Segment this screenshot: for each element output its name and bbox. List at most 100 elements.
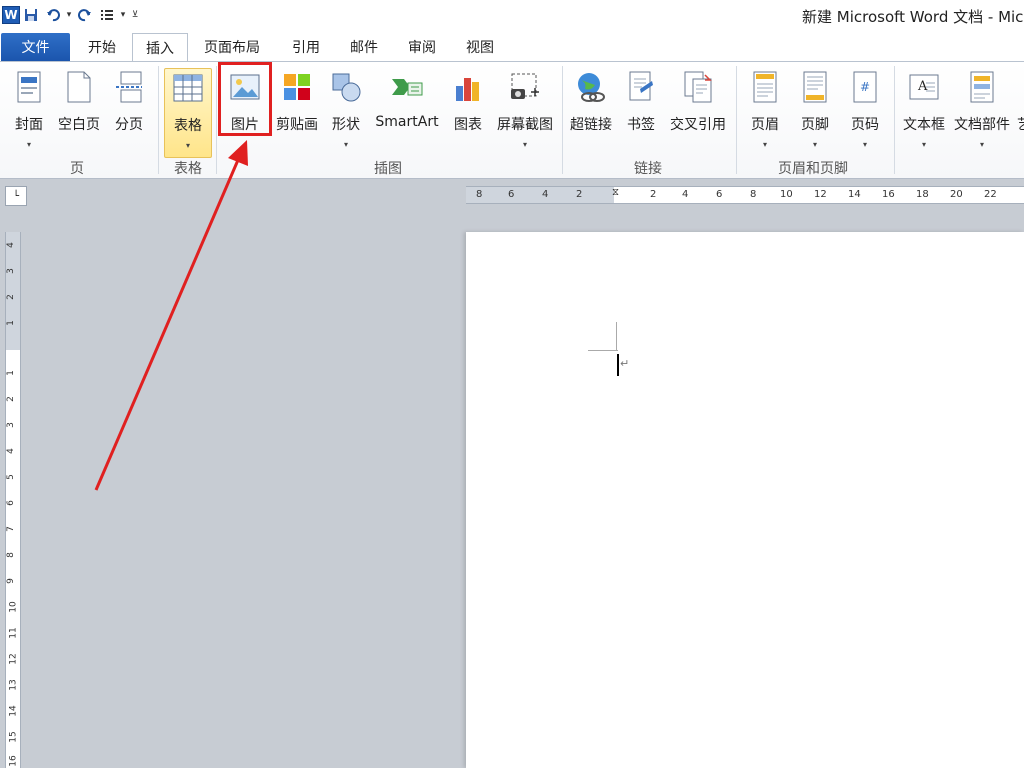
footer-button[interactable]: 页脚 ▾ <box>794 68 836 152</box>
tab-review[interactable]: 审阅 <box>394 33 450 61</box>
group-label-illustrations: 插图 <box>374 161 402 177</box>
ribbon: 封面 ▾ 空白页 分页 页 表格 ▾ 表格 图片 剪贴画 形状 ▾ SmartA… <box>0 61 1024 179</box>
customize-icon[interactable]: ⊻ <box>128 10 142 20</box>
margin-crop-mark <box>616 322 617 350</box>
chart-icon <box>451 70 485 104</box>
bookmark-icon <box>624 70 658 104</box>
tab-view[interactable]: 视图 <box>452 33 508 61</box>
screenshot-icon <box>508 70 542 104</box>
cover-page-icon <box>12 70 46 104</box>
chevron-down-icon: ▾ <box>862 140 867 149</box>
chart-label: 图表 <box>454 117 482 133</box>
tab-home[interactable]: 开始 <box>74 33 130 61</box>
shapes-icon <box>329 70 363 104</box>
table-button[interactable]: 表格 ▾ <box>164 68 212 158</box>
chevron-down-icon: ▾ <box>343 140 348 149</box>
clip-art-label: 剪贴画 <box>276 117 318 133</box>
tab-references[interactable]: 引用 <box>278 33 334 61</box>
text-box-icon: A <box>907 70 941 104</box>
screenshot-label: 屏幕截图 <box>497 117 553 133</box>
hyperlink-icon <box>574 70 608 104</box>
tab-file[interactable]: 文件 <box>1 33 70 61</box>
text-cursor <box>617 354 619 376</box>
hyperlink-button[interactable]: 超链接 <box>566 68 616 152</box>
header-button[interactable]: 页眉 ▾ <box>744 68 786 152</box>
clip-art-button[interactable]: 剪贴画 <box>272 68 322 152</box>
tab-selector[interactable]: └ <box>5 186 27 206</box>
chevron-down-icon: ▾ <box>812 140 817 149</box>
picture-highlight-box <box>218 62 272 136</box>
margin-crop-mark <box>588 350 618 351</box>
quick-parts-button[interactable]: 文档部件 ▾ <box>952 68 1012 152</box>
paragraph-mark-icon: ↵ <box>620 357 630 370</box>
indent-marker[interactable]: ⧖ <box>612 187 619 198</box>
svg-text:#: # <box>860 80 870 94</box>
page-break-icon <box>112 70 146 104</box>
chevron-down-icon: ▾ <box>522 140 527 149</box>
cross-reference-label: 交叉引用 <box>670 117 726 133</box>
tab-insert[interactable]: 插入 <box>132 33 188 61</box>
header-label: 页眉 <box>751 117 779 133</box>
smartart-label: SmartArt <box>375 114 439 130</box>
redo-icon[interactable] <box>74 5 96 25</box>
ribbon-tabs: 文件 开始 插入 页面布局 引用 邮件 审阅 视图 <box>0 30 1024 62</box>
shapes-button[interactable]: 形状 ▾ <box>326 68 366 152</box>
blank-page-icon <box>62 70 96 104</box>
title-bar: W ▾ ▾ ⊻ 新建 Microsoft Word 文档 - Mic <box>0 0 1024 30</box>
tab-mailings[interactable]: 邮件 <box>336 33 392 61</box>
text-box-button[interactable]: A 文本框 ▾ <box>900 68 948 152</box>
text-box-label: 文本框 <box>903 117 945 133</box>
header-icon <box>748 70 782 104</box>
chevron-down-icon: ▾ <box>762 140 767 149</box>
footer-icon <box>798 70 832 104</box>
page-number-icon: # <box>848 70 882 104</box>
document-page[interactable]: ↵ <box>466 232 1024 768</box>
chevron-down-icon: ▾ <box>185 141 190 150</box>
screenshot-button[interactable]: 屏幕截图 ▾ <box>492 68 558 152</box>
group-divider <box>216 66 217 174</box>
undo-dropdown-icon[interactable]: ▾ <box>64 10 74 20</box>
smartart-button[interactable]: SmartArt <box>372 68 442 152</box>
bookmark-button[interactable]: 书签 <box>622 68 660 152</box>
group-label-header-footer: 页眉和页脚 <box>778 161 848 177</box>
cover-page-label: 封面 <box>15 117 43 133</box>
page-break-label: 分页 <box>115 117 143 133</box>
list-dropdown-icon[interactable]: ▾ <box>118 10 128 20</box>
table-icon <box>171 71 205 105</box>
cover-page-button[interactable]: 封面 ▾ <box>8 68 50 152</box>
blank-page-label: 空白页 <box>58 117 100 133</box>
page-number-button[interactable]: # 页码 ▾ <box>844 68 886 152</box>
tab-page-layout[interactable]: 页面布局 <box>192 33 272 61</box>
group-label-links: 链接 <box>634 161 662 177</box>
clip-art-icon <box>280 70 314 104</box>
list-icon[interactable] <box>96 5 118 25</box>
table-label: 表格 <box>174 118 202 134</box>
cross-reference-button[interactable]: 交叉引用 <box>666 68 730 152</box>
wordart-label: 艺 <box>1017 114 1024 134</box>
shapes-label: 形状 <box>332 117 360 133</box>
save-icon[interactable] <box>20 5 42 25</box>
group-divider <box>158 66 159 174</box>
vertical-ruler[interactable]: 4 3 2 1 1 2 3 4 5 6 7 8 9 10 11 12 13 14… <box>5 232 21 768</box>
group-divider <box>736 66 737 174</box>
undo-icon[interactable] <box>42 5 64 25</box>
quick-access-toolbar: W ▾ ▾ ⊻ <box>2 4 142 26</box>
page-number-label: 页码 <box>851 117 879 133</box>
page-break-button[interactable]: 分页 <box>108 68 150 152</box>
group-divider <box>894 66 895 174</box>
cross-reference-icon <box>681 70 715 104</box>
horizontal-ruler[interactable]: 8 6 4 2 ⧖ 2 4 6 8 10 12 14 16 18 20 22 <box>466 186 1024 204</box>
word-app-icon[interactable]: W <box>2 6 20 24</box>
group-label-tables: 表格 <box>174 161 202 177</box>
wordart-button-partial[interactable]: 艺 <box>1014 68 1024 152</box>
chevron-down-icon: ▾ <box>979 140 984 149</box>
blank-page-button[interactable]: 空白页 <box>54 68 104 152</box>
quick-parts-icon <box>965 70 999 104</box>
group-label-pages: 页 <box>70 161 84 177</box>
chart-button[interactable]: 图表 <box>448 68 488 152</box>
chevron-down-icon: ▾ <box>921 140 926 149</box>
smartart-icon <box>390 70 424 104</box>
bookmark-label: 书签 <box>627 117 655 133</box>
group-divider <box>562 66 563 174</box>
quick-parts-label: 文档部件 <box>954 117 1010 133</box>
